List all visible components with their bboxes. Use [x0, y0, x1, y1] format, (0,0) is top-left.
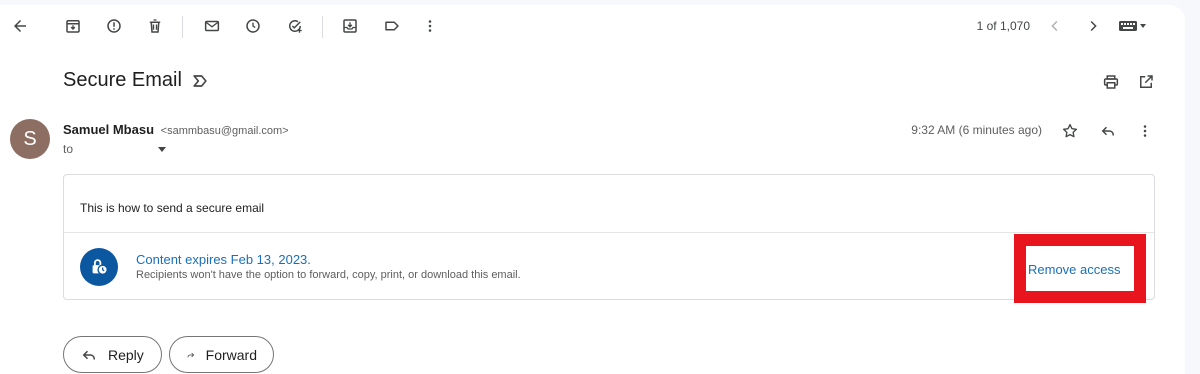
report-spam-icon[interactable]	[99, 11, 129, 41]
email-toolbar: 1 of 1,070	[0, 5, 1185, 49]
chevron-right-icon[interactable]	[1078, 11, 1108, 41]
snooze-icon[interactable]	[238, 11, 268, 41]
email-timestamp: 9:32 AM (6 minutes ago)	[911, 123, 1042, 137]
toolbar-divider	[182, 16, 183, 38]
sender-line: Samuel Mbasu <sammbasu@gmail.com>	[63, 122, 289, 137]
pagination-count: 1 of 1,070	[976, 19, 1030, 33]
message-more-icon[interactable]	[1132, 118, 1158, 144]
remove-access-link[interactable]: Remove access	[1028, 262, 1120, 277]
toolbar-divider	[322, 16, 323, 38]
forward-label: Forward	[205, 346, 257, 363]
keyboard-icon[interactable]	[1113, 11, 1153, 41]
email-body-card: This is how to send a secure email Conte…	[63, 174, 1155, 300]
forward-arrow-icon	[187, 352, 195, 357]
recipient-label: to	[63, 142, 74, 156]
show-details-caret-icon[interactable]	[158, 147, 166, 152]
important-marker-icon[interactable]	[190, 71, 210, 91]
confidential-description: Recipients won't have the option to forw…	[136, 269, 521, 281]
sender-email: <sammbasu@gmail.com>	[160, 125, 289, 137]
move-to-icon[interactable]	[335, 11, 365, 41]
print-icon[interactable]	[1098, 69, 1124, 95]
forward-button[interactable]: Forward	[169, 336, 274, 373]
reply-icon[interactable]	[1095, 118, 1121, 144]
reply-label: Reply	[108, 346, 144, 363]
reply-arrow-icon	[82, 350, 95, 359]
content-expiry-text: Content expires Feb 13, 2023.	[136, 252, 311, 267]
label-icon[interactable]	[377, 11, 407, 41]
sender-name[interactable]: Samuel Mbasu	[63, 122, 154, 137]
archive-icon[interactable]	[58, 11, 88, 41]
mark-unread-icon[interactable]	[197, 11, 227, 41]
email-view-panel: 1 of 1,070 Secure Email S Samuel Mbasu <…	[0, 5, 1185, 374]
more-vert-icon[interactable]	[415, 11, 445, 41]
star-icon[interactable]	[1057, 118, 1083, 144]
email-body-text: This is how to send a secure email	[80, 201, 265, 215]
reply-button[interactable]: Reply	[63, 336, 162, 373]
confidential-clock-lock-icon	[80, 248, 118, 286]
card-divider	[64, 232, 1154, 233]
email-subject: Secure Email	[63, 69, 182, 91]
chevron-left-icon[interactable]	[1040, 11, 1070, 41]
avatar[interactable]: S	[10, 119, 50, 159]
delete-icon[interactable]	[140, 11, 170, 41]
back-arrow-icon[interactable]	[5, 11, 35, 41]
add-task-icon[interactable]	[280, 11, 310, 41]
open-in-new-window-icon[interactable]	[1133, 69, 1159, 95]
